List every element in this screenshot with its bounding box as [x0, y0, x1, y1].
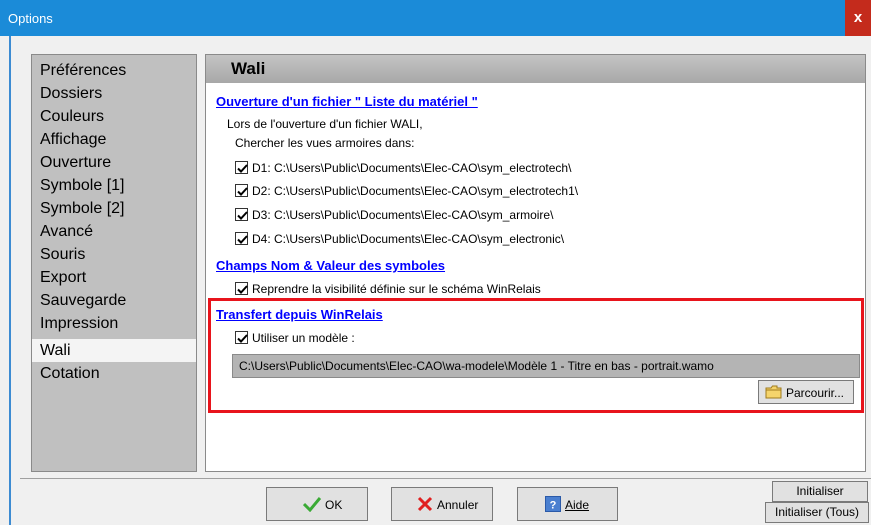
section-title-ouverture: Ouverture d'un fichier " Liste du matéri…: [216, 94, 478, 109]
sidebar-item-export[interactable]: Export: [32, 266, 196, 289]
checkbox-d1-label: D1: C:\Users\Public\Documents\Elec-CAO\s…: [252, 161, 572, 175]
checkbox-d3-label: D3: C:\Users\Public\Documents\Elec-CAO\s…: [252, 208, 554, 222]
cancel-button[interactable]: Annuler: [391, 487, 493, 521]
checkmark-icon: [237, 285, 248, 294]
sidebar-item-symbole-2[interactable]: Symbole [2]: [32, 197, 196, 220]
sidebar-item-dossiers[interactable]: Dossiers: [32, 82, 196, 105]
sidebar-item-wali[interactable]: Wali: [32, 339, 196, 362]
checkbox-visibility[interactable]: [235, 282, 248, 295]
sidebar-item-ouverture[interactable]: Ouverture: [32, 151, 196, 174]
checkmark-icon: [237, 187, 248, 196]
model-path-field[interactable]: C:\Users\Public\Documents\Elec-CAO\wa-mo…: [232, 354, 860, 378]
window-border: [9, 36, 11, 525]
sidebar-item-impression[interactable]: Impression: [32, 312, 196, 335]
section-title-champs: Champs Nom & Valeur des symboles: [216, 258, 446, 273]
checkbox-d1[interactable]: [235, 161, 248, 174]
category-list[interactable]: Préférences Dossiers Couleurs Affichage …: [31, 54, 197, 472]
checkmark-icon: [237, 334, 248, 343]
section-title-transfert: Transfert depuis WinRelais: [216, 307, 383, 322]
ok-button[interactable]: OK: [266, 487, 368, 521]
close-icon: x: [853, 9, 863, 26]
window-title: Options: [8, 11, 53, 26]
checkbox-use-model[interactable]: [235, 331, 248, 344]
ouverture-description-1: Lors de l'ouverture d'un fichier WALI,: [227, 117, 423, 131]
checkbox-d4[interactable]: [235, 232, 248, 245]
checkbox-d3[interactable]: [235, 208, 248, 221]
checkbox-use-model-label: Utiliser un modèle :: [252, 331, 355, 345]
panel-header: Wali: [206, 55, 865, 83]
window-left-edge: [0, 36, 11, 525]
sidebar-item-cotation[interactable]: Cotation: [32, 362, 196, 385]
panel-title: Wali: [231, 59, 266, 78]
svg-text:?: ?: [550, 500, 557, 512]
title-bar: Options x: [0, 0, 871, 36]
help-button-label: Aide: [565, 498, 590, 512]
sidebar-item-couleurs[interactable]: Couleurs: [32, 105, 196, 128]
reset-all-button[interactable]: Initialiser (Tous): [765, 502, 869, 523]
sidebar-item-avance[interactable]: Avancé: [32, 220, 196, 243]
footer-separator: [20, 478, 871, 479]
folder-icon: [765, 385, 782, 399]
checkmark-icon: [237, 211, 248, 220]
cross-icon: [417, 496, 433, 512]
cancel-button-label: Annuler: [437, 498, 479, 512]
checkbox-d4-label: D4: C:\Users\Public\Documents\Elec-CAO\s…: [252, 232, 565, 246]
ouverture-description-2: Chercher les vues armoires dans:: [235, 136, 415, 150]
browse-button-label: Parcourir...: [786, 386, 845, 400]
checkbox-d2[interactable]: [235, 184, 248, 197]
checkmark-icon: [303, 497, 321, 512]
checkmark-icon: [237, 235, 248, 244]
browse-button[interactable]: Parcourir...: [758, 380, 854, 404]
checkbox-d2-label: D2: C:\Users\Public\Documents\Elec-CAO\s…: [252, 184, 579, 198]
help-icon: ?: [545, 496, 561, 512]
checkmark-icon: [237, 164, 248, 173]
sidebar-item-symbole-1[interactable]: Symbole [1]: [32, 174, 196, 197]
sidebar-item-preferences[interactable]: Préférences: [32, 59, 196, 82]
checkbox-visibility-label: Reprendre la visibilité définie sur le s…: [252, 282, 541, 296]
help-button[interactable]: ? Aide: [517, 487, 618, 521]
reset-button[interactable]: Initialiser: [772, 481, 868, 502]
ok-button-label: OK: [325, 498, 343, 512]
sidebar-item-sauvegarde[interactable]: Sauvegarde: [32, 289, 196, 312]
close-button[interactable]: x: [845, 0, 871, 36]
sidebar-item-affichage[interactable]: Affichage: [32, 128, 196, 151]
sidebar-item-souris[interactable]: Souris: [32, 243, 196, 266]
